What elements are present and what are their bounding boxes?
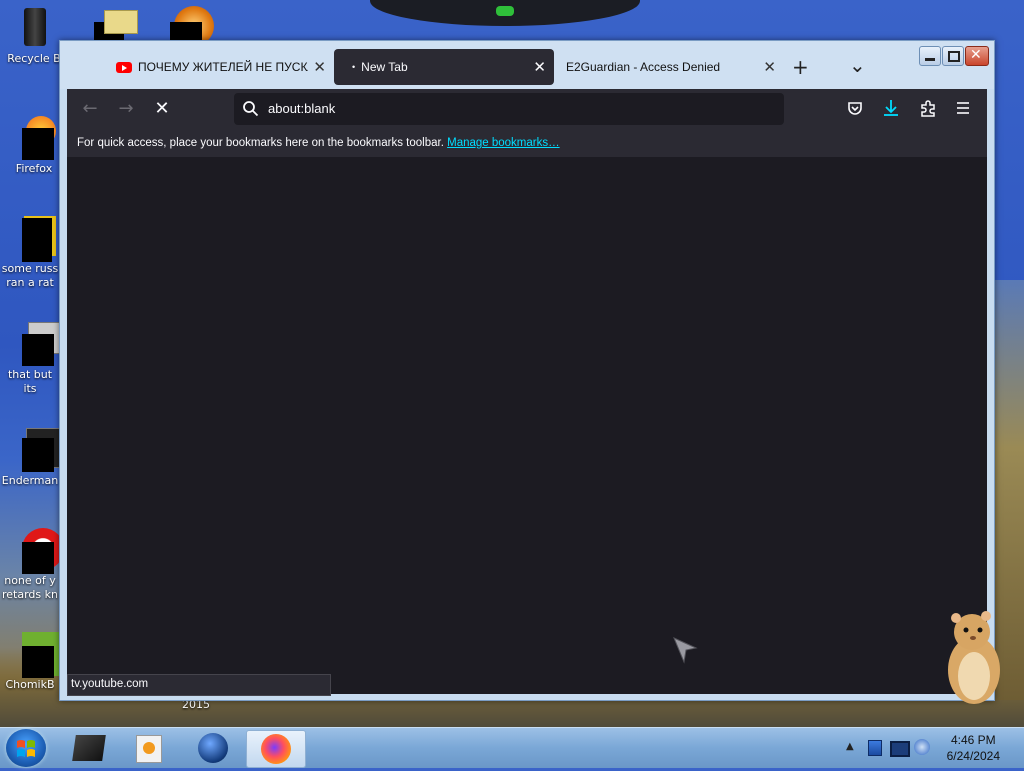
desktop-icon-chomik[interactable]: ChomikB bbox=[0, 632, 66, 692]
downloads-button[interactable] bbox=[883, 99, 899, 117]
folder-icon bbox=[104, 10, 138, 34]
url-text: about:blank bbox=[268, 101, 336, 116]
stop-loading-button[interactable]: ✕ bbox=[151, 98, 173, 120]
window-icon bbox=[8, 322, 66, 366]
clock[interactable]: 4:46 PM 6/24/2024 bbox=[947, 732, 1000, 764]
navigation-toolbar: ← → ✕ about:blank bbox=[67, 89, 987, 129]
document-icon bbox=[8, 216, 56, 262]
taskbar-app-firefox[interactable] bbox=[246, 730, 306, 768]
youtube-icon bbox=[116, 61, 132, 73]
close-tab-icon[interactable]: ✕ bbox=[533, 58, 546, 76]
list-all-tabs-button[interactable]: ⌄ bbox=[849, 53, 866, 77]
desktop-icon-window[interactable]: that but its bbox=[0, 322, 66, 396]
browser-window[interactable]: ПОЧЕМУ ЖИТЕЛЕЙ НЕ ПУСКА ✕ • New Tab ✕ E2… bbox=[59, 40, 995, 701]
desktop-icon-label: Enderman bbox=[1, 474, 59, 487]
tab-dot-icon: • bbox=[352, 62, 356, 72]
start-button[interactable] bbox=[6, 729, 46, 767]
bookmarks-toolbar: For quick access, place your bookmarks h… bbox=[67, 129, 987, 157]
search-icon bbox=[243, 101, 259, 117]
desktop-icon-firefox[interactable]: Firefox bbox=[4, 116, 64, 176]
close-tab-icon[interactable]: ✕ bbox=[763, 58, 776, 76]
recycle-bin-icon bbox=[12, 6, 56, 50]
desktop-icon-label: Recycle B bbox=[7, 52, 61, 65]
taskbar: ▲ 4:46 PM 6/24/2024 bbox=[0, 727, 1024, 768]
desktop-icon-label: that but its bbox=[7, 368, 53, 395]
globe-icon bbox=[198, 733, 228, 763]
status-panel: tv.youtube.com bbox=[67, 674, 331, 696]
media-player-icon bbox=[136, 735, 162, 763]
new-tab-button[interactable]: + bbox=[792, 55, 809, 79]
hamburger-menu-icon bbox=[957, 102, 969, 114]
tab-title: New Tab bbox=[361, 60, 408, 74]
desktop-gadget-bar bbox=[370, 0, 640, 26]
desktop-icon-label: none of y bbox=[4, 574, 56, 587]
back-button[interactable]: ← bbox=[79, 98, 101, 120]
manage-bookmarks-link[interactable]: Manage bookmarks… bbox=[447, 137, 560, 149]
box-icon bbox=[72, 735, 106, 761]
close-tab-icon[interactable]: ✕ bbox=[313, 58, 326, 76]
taskbar-app-explorer[interactable] bbox=[60, 730, 118, 766]
page-content[interactable] bbox=[67, 157, 987, 694]
windows-logo-icon bbox=[17, 740, 35, 757]
close-window-button[interactable]: ✕ bbox=[965, 46, 989, 66]
network-tray-icon[interactable] bbox=[868, 740, 882, 756]
clock-time: 4:46 PM bbox=[950, 733, 996, 747]
tab-strip: ПОЧЕМУ ЖИТЕЛЕЙ НЕ ПУСКА ✕ • New Tab ✕ E2… bbox=[60, 41, 994, 89]
download-icon bbox=[884, 100, 898, 116]
desktop-icon-label: some russ bbox=[1, 262, 59, 275]
taskbar-app-globe[interactable] bbox=[184, 730, 242, 766]
clock-date: 6/24/2024 bbox=[946, 749, 1000, 763]
tab-e2guardian[interactable]: E2Guardian - Access Denied ✕ bbox=[566, 49, 776, 85]
desktop-icon-recycle-bin[interactable]: Recycle B bbox=[4, 6, 64, 66]
taskbar-app-media-player[interactable] bbox=[120, 730, 178, 766]
maximize-button[interactable] bbox=[942, 46, 964, 66]
tab-title: E2Guardian - Access Denied bbox=[566, 60, 721, 74]
console-icon bbox=[8, 428, 68, 472]
desktop-icon-label-line2: ran a rat bbox=[6, 276, 54, 289]
hamster-gadget[interactable] bbox=[942, 606, 1004, 706]
tab-title: ПОЧЕМУ ЖИТЕЛЕЙ НЕ ПУСКА bbox=[138, 60, 308, 74]
mouse-pointer-icon bbox=[673, 637, 698, 664]
url-bar[interactable]: about:blank bbox=[234, 93, 784, 125]
opera-icon bbox=[8, 528, 64, 574]
bookmarks-hint: For quick access, place your bookmarks h… bbox=[77, 137, 444, 149]
desktop-icon-enderman[interactable]: Enderman bbox=[0, 428, 68, 488]
desktop-icon-folder-top[interactable] bbox=[92, 10, 138, 40]
close-icon: ✕ bbox=[970, 47, 982, 63]
extensions-button[interactable] bbox=[919, 99, 937, 117]
app-menu-button[interactable] bbox=[955, 100, 971, 116]
monitor-tray-icon[interactable] bbox=[890, 741, 910, 757]
desktop-icon-label: Firefox bbox=[15, 162, 53, 175]
tab-new-tab[interactable]: • New Tab ✕ bbox=[334, 49, 554, 85]
firefox-icon bbox=[261, 734, 291, 764]
minimize-icon bbox=[925, 58, 935, 61]
redacted-block bbox=[170, 22, 202, 40]
pocket-button[interactable] bbox=[847, 100, 863, 116]
forward-button[interactable]: → bbox=[115, 98, 137, 120]
status-url: tv.youtube.com bbox=[71, 678, 149, 690]
puzzle-icon bbox=[921, 100, 935, 117]
hamster-icon bbox=[948, 611, 1000, 704]
desktop-icon-doc[interactable]: some russ ran a rat bbox=[0, 216, 60, 290]
hamster-app-icon bbox=[8, 632, 66, 678]
system-tray: ▲ 4:46 PM 6/24/2024 bbox=[834, 728, 1024, 768]
maximize-icon bbox=[948, 51, 960, 62]
minimize-button[interactable] bbox=[919, 46, 941, 66]
gadget-indicator bbox=[496, 6, 514, 16]
pocket-icon bbox=[848, 102, 862, 115]
show-hidden-icons-button[interactable]: ▲ bbox=[846, 741, 854, 752]
tab-youtube[interactable]: ПОЧЕМУ ЖИТЕЛЕЙ НЕ ПУСКА ✕ bbox=[116, 49, 326, 85]
firefox-icon bbox=[12, 116, 56, 160]
desktop-icon-label-line2: retards kn bbox=[2, 588, 58, 601]
desktop-icon-label: ChomikB bbox=[5, 678, 55, 691]
desktop-icon-opera[interactable]: none of y retards kn bbox=[0, 528, 64, 602]
desktop-icon-media-top[interactable] bbox=[168, 6, 218, 46]
volume-tray-icon[interactable] bbox=[914, 739, 930, 755]
